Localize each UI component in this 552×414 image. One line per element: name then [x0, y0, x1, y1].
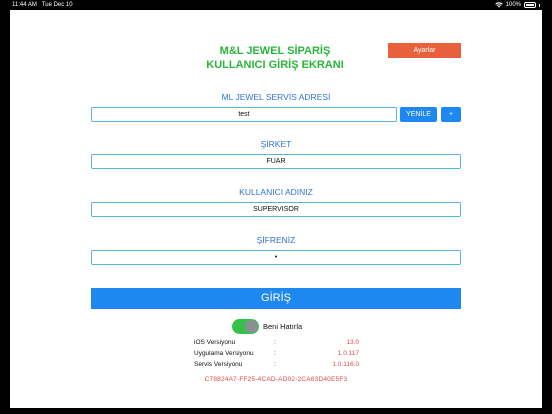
version-row-app: Uygulama Versiyonu : 1.0.117	[194, 349, 359, 359]
settings-button[interactable]: Ayarlar	[388, 43, 461, 58]
version-sep: :	[274, 361, 276, 368]
login-button[interactable]: GİRİŞ	[91, 288, 461, 309]
title-line-2: KULLANICI GİRİŞ EKRANI	[206, 59, 344, 71]
refresh-button[interactable]: YENİLE	[400, 107, 437, 122]
version-sep: :	[274, 350, 276, 357]
username-input[interactable]: SUPERVISOR	[91, 202, 461, 217]
version-value: 1.0.117	[337, 350, 359, 357]
title-line-1: M&L JEWEL SİPARİŞ	[219, 45, 331, 57]
toggle-knob	[245, 320, 258, 333]
company-input[interactable]: FUAR	[91, 154, 461, 169]
version-row-ios: iOS Versiyonu : 13.0	[194, 338, 359, 348]
battery-percent: 100%	[505, 2, 521, 8]
version-row-service: Servis Versiyonu : 1.0.116.0	[194, 360, 359, 370]
wifi-icon	[494, 2, 503, 8]
version-sep: :	[274, 339, 276, 346]
status-time-date: 11:44 AM Tue Dec 10	[12, 0, 73, 10]
battery-icon	[524, 2, 536, 8]
version-key: Servis Versiyonu	[194, 361, 243, 368]
password-input[interactable]: •	[91, 250, 461, 265]
status-bar: 11:44 AM Tue Dec 10 100%	[0, 0, 552, 10]
password-label: ŞİFRENİZ	[256, 235, 296, 245]
login-screen: M&L JEWEL SİPARİŞ KULLANICI GİRİŞ EKRANI…	[10, 10, 542, 408]
version-key: Uygulama Versiyonu	[194, 350, 254, 357]
company-label: ŞİRKET	[260, 139, 292, 149]
battery-tip	[539, 3, 540, 7]
device-id: C78824A7-FF25-4CAD-AD02-2CA63D40E5F3	[204, 376, 348, 383]
service-address-label: ML JEWEL SERVİS ADRESİ	[221, 92, 331, 102]
status-right: 100%	[494, 0, 540, 10]
status-date: Tue Dec 10	[41, 2, 73, 8]
add-service-button[interactable]: +	[441, 107, 461, 122]
page-title: M&L JEWEL SİPARİŞ KULLANICI GİRİŞ EKRANI	[190, 44, 360, 72]
version-key: iOS Versiyonu	[194, 339, 236, 346]
device-frame: 11:44 AM Tue Dec 10 100% M&L JEWEL SİPAR…	[0, 0, 552, 414]
remember-me-label: Beni Hatırla	[263, 322, 303, 331]
version-value: 13.0	[346, 339, 359, 346]
status-time: 11:44 AM	[12, 2, 37, 8]
service-address-input[interactable]: test	[91, 107, 397, 122]
version-value: 1.0.116.0	[332, 361, 359, 368]
remember-me-toggle[interactable]	[232, 319, 259, 334]
username-label: KULLANICI ADINIZ	[239, 187, 313, 197]
